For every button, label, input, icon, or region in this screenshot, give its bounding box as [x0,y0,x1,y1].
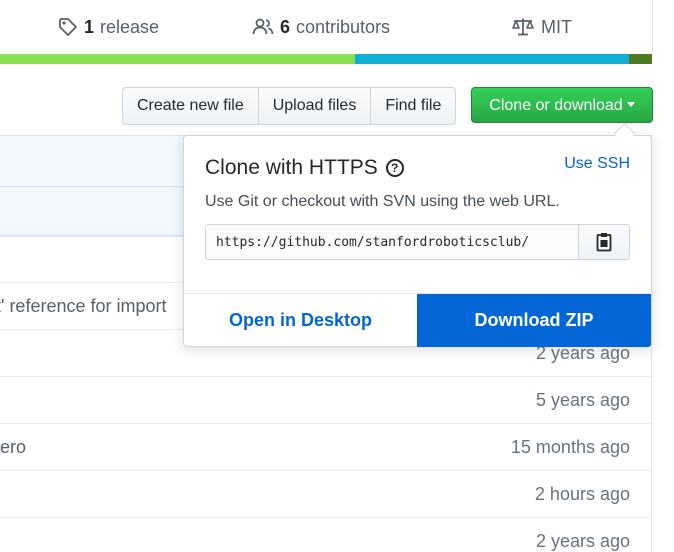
commit-message[interactable]: t' reference for import [0,283,167,329]
contributors-link[interactable]: 6 contributors [252,14,390,40]
table-row: ero 15 months ago [0,423,651,470]
license-link[interactable]: MIT [511,14,572,40]
clone-dropdown: Clone with HTTPS ? Use SSH Use Git or ch… [183,135,652,347]
use-ssh-link[interactable]: Use SSH [564,155,630,173]
commit-message[interactable]: ero [0,424,26,470]
find-file-button[interactable]: Find file [371,88,455,124]
releases-count: 1 [84,16,95,37]
clone-title: Clone with HTTPS ? [205,156,404,180]
clone-or-download-button[interactable]: Clone or download [471,87,653,123]
download-zip-button[interactable]: Download ZIP [417,294,651,347]
contributors-count: 6 [280,16,291,37]
caret-down-icon [626,102,635,108]
clone-actions: Open in Desktop Download ZIP [184,293,651,347]
license-label: MIT [541,16,572,37]
file-actions-group: Create new file Upload files Find file [122,87,457,125]
table-row: 5 years ago [0,376,651,423]
table-row: 2 hours ago [0,470,651,517]
contributors-label: contributors [296,16,391,37]
create-new-file-button[interactable]: Create new file [123,88,259,124]
language-segment[interactable] [629,54,652,64]
copy-url-button[interactable] [579,224,630,260]
commit-age: 5 years ago [535,390,630,410]
table-row: 2 years ago [0,517,651,552]
clone-description: Use Git or checkout with SVN using the w… [205,193,560,210]
repository-page: 1 release 6 contributors MIT Create new … [0,0,674,552]
language-bar[interactable] [0,54,652,64]
releases-link[interactable]: 1 release [58,14,159,40]
upload-files-button[interactable]: Upload files [259,88,372,124]
tag-icon [59,18,77,36]
law-icon [512,18,534,36]
clone-title-text: Clone with HTTPS [205,156,378,179]
commit-age: 2 hours ago [534,484,630,504]
language-segment[interactable] [0,54,356,64]
clipboard-icon [596,233,612,252]
question-icon[interactable]: ? [385,159,404,177]
repo-summary: 1 release 6 contributors MIT [0,0,653,54]
releases-label: release [100,16,160,37]
clone-url-group [205,224,630,260]
commit-age: 2 years ago [535,531,630,551]
open-in-desktop-button[interactable]: Open in Desktop [184,294,417,347]
clone-or-download-label: Clone or download [489,97,623,114]
people-icon [252,18,274,35]
commit-age: 15 months ago [510,437,630,457]
language-segment[interactable] [355,54,630,64]
clone-url-input[interactable] [205,224,579,260]
